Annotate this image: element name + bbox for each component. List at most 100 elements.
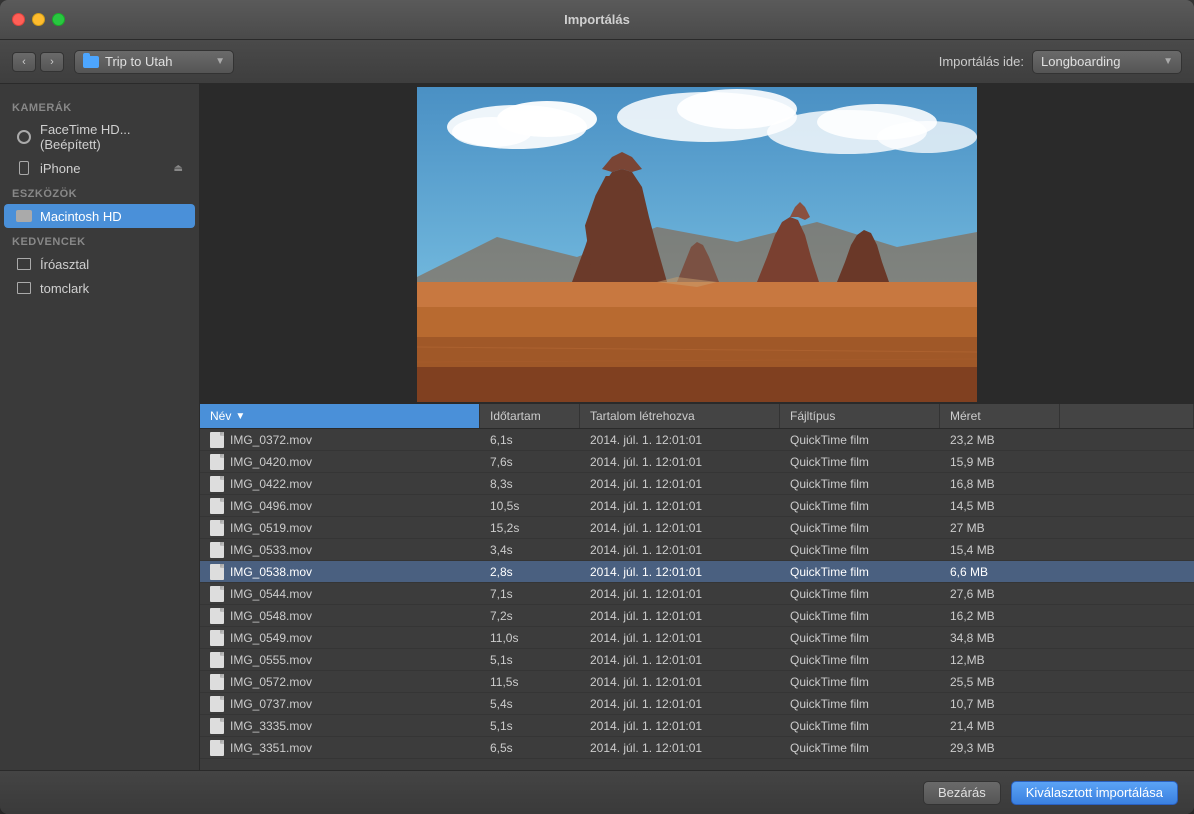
preview-image [417, 87, 977, 402]
cell-type: QuickTime film [780, 563, 940, 581]
table-row[interactable]: IMG_0372.mov 6,1s 2014. júl. 1. 12:01:01… [200, 429, 1194, 451]
cell-type: QuickTime film [780, 475, 940, 493]
import-label: Importálás ide: [939, 54, 1024, 69]
th-duration[interactable]: Időtartam [480, 404, 580, 428]
cell-size: 34,8 MB [940, 629, 1060, 647]
cell-rest [1060, 746, 1194, 750]
sidebar-item-iphone-label: iPhone [40, 161, 80, 176]
cell-created: 2014. júl. 1. 12:01:01 [580, 453, 780, 471]
camera-icon [16, 129, 32, 145]
cell-rest [1060, 460, 1194, 464]
cell-duration: 5,1s [480, 717, 580, 735]
cell-created: 2014. júl. 1. 12:01:01 [580, 673, 780, 691]
cell-name: IMG_0372.mov [200, 430, 480, 450]
import-destination-dropdown[interactable]: Longboarding ▼ [1032, 50, 1182, 74]
sidebar-item-hd-label: Macintosh HD [40, 209, 122, 224]
table-body: IMG_0372.mov 6,1s 2014. júl. 1. 12:01:01… [200, 429, 1194, 759]
th-type[interactable]: Fájltípus [780, 404, 940, 428]
table-row[interactable]: IMG_0496.mov 10,5s 2014. júl. 1. 12:01:0… [200, 495, 1194, 517]
cell-type: QuickTime film [780, 585, 940, 603]
cell-rest [1060, 570, 1194, 574]
close-button[interactable]: Bezárás [923, 781, 1001, 805]
table-row[interactable]: IMG_0548.mov 7,2s 2014. júl. 1. 12:01:01… [200, 605, 1194, 627]
cell-type: QuickTime film [780, 453, 940, 471]
title-bar: Importálás [0, 0, 1194, 40]
table-row[interactable]: IMG_0737.mov 5,4s 2014. júl. 1. 12:01:01… [200, 693, 1194, 715]
cell-rest [1060, 548, 1194, 552]
maximize-button[interactable] [52, 13, 65, 26]
cell-duration: 5,4s [480, 695, 580, 713]
forward-button[interactable]: › [40, 52, 64, 72]
file-icon [210, 674, 224, 690]
import-selected-button[interactable]: Kiválasztott importálása [1011, 781, 1178, 805]
folder-dropdown[interactable]: Trip to Utah ▼ [74, 50, 234, 74]
cell-name: IMG_0422.mov [200, 474, 480, 494]
cell-created: 2014. júl. 1. 12:01:01 [580, 541, 780, 559]
cell-size: 23,2 MB [940, 431, 1060, 449]
traffic-lights [12, 13, 65, 26]
sidebar-item-macintosh-hd[interactable]: Macintosh HD [4, 204, 195, 228]
cell-size: 15,9 MB [940, 453, 1060, 471]
table-row[interactable]: IMG_0555.mov 5,1s 2014. júl. 1. 12:01:01… [200, 649, 1194, 671]
back-button[interactable]: ‹ [12, 52, 36, 72]
cell-type: QuickTime film [780, 607, 940, 625]
file-icon [210, 542, 224, 558]
cell-name: IMG_0533.mov [200, 540, 480, 560]
cell-rest [1060, 438, 1194, 442]
eject-icon[interactable]: ⏏ [174, 163, 183, 174]
table-row[interactable]: IMG_0519.mov 15,2s 2014. júl. 1. 12:01:0… [200, 517, 1194, 539]
cell-name: IMG_0548.mov [200, 606, 480, 626]
close-button[interactable] [12, 13, 25, 26]
cell-type: QuickTime film [780, 431, 940, 449]
folder-name: Trip to Utah [105, 54, 209, 69]
sidebar-item-facetime[interactable]: FaceTime HD...(Beépített) [4, 118, 195, 156]
home-icon [16, 280, 32, 296]
cell-type: QuickTime film [780, 519, 940, 537]
table-row[interactable]: IMG_0572.mov 11,5s 2014. júl. 1. 12:01:0… [200, 671, 1194, 693]
th-size[interactable]: Méret [940, 404, 1060, 428]
table-row[interactable]: IMG_0422.mov 8,3s 2014. júl. 1. 12:01:01… [200, 473, 1194, 495]
cell-name: IMG_0519.mov [200, 518, 480, 538]
cell-created: 2014. júl. 1. 12:01:01 [580, 431, 780, 449]
th-name[interactable]: Név ▼ [200, 404, 480, 428]
cell-name: IMG_0420.mov [200, 452, 480, 472]
main-content: KAMERÁK FaceTime HD...(Beépített) iPhone… [0, 84, 1194, 770]
file-icon [210, 498, 224, 514]
cell-rest [1060, 658, 1194, 662]
cell-rest [1060, 702, 1194, 706]
cell-size: 27 MB [940, 519, 1060, 537]
sidebar-item-iphone[interactable]: iPhone ⏏ [4, 156, 195, 180]
sidebar-item-desktop[interactable]: Íróasztal [4, 252, 195, 276]
cell-name: IMG_0496.mov [200, 496, 480, 516]
table-row[interactable]: IMG_0549.mov 11,0s 2014. júl. 1. 12:01:0… [200, 627, 1194, 649]
table-row[interactable]: IMG_0544.mov 7,1s 2014. júl. 1. 12:01:01… [200, 583, 1194, 605]
window-title: Importálás [564, 12, 630, 27]
sidebar-item-home[interactable]: tomclark [4, 276, 195, 300]
desktop-icon [16, 256, 32, 272]
cell-name: IMG_0572.mov [200, 672, 480, 692]
cell-size: 25,5 MB [940, 673, 1060, 691]
table-row[interactable]: IMG_3351.mov 6,5s 2014. júl. 1. 12:01:01… [200, 737, 1194, 759]
table-row[interactable]: IMG_3335.mov 5,1s 2014. júl. 1. 12:01:01… [200, 715, 1194, 737]
table-row[interactable]: IMG_0533.mov 3,4s 2014. júl. 1. 12:01:01… [200, 539, 1194, 561]
cell-type: QuickTime film [780, 717, 940, 735]
cell-created: 2014. júl. 1. 12:01:01 [580, 497, 780, 515]
cell-duration: 11,0s [480, 629, 580, 647]
cell-type: QuickTime film [780, 695, 940, 713]
import-destination-group: Importálás ide: Longboarding ▼ [939, 50, 1182, 74]
cell-type: QuickTime film [780, 629, 940, 647]
minimize-button[interactable] [32, 13, 45, 26]
cell-type: QuickTime film [780, 673, 940, 691]
table-row[interactable]: IMG_0538.mov 2,8s 2014. júl. 1. 12:01:01… [200, 561, 1194, 583]
table-row[interactable]: IMG_0420.mov 7,6s 2014. júl. 1. 12:01:01… [200, 451, 1194, 473]
th-created[interactable]: Tartalom létrehozva [580, 404, 780, 428]
cell-created: 2014. júl. 1. 12:01:01 [580, 629, 780, 647]
iphone-icon [16, 160, 32, 176]
sidebar-item-desktop-label: Íróasztal [40, 257, 89, 272]
cell-name: IMG_0737.mov [200, 694, 480, 714]
cell-rest [1060, 680, 1194, 684]
sidebar-section-cameras: KAMERÁK [0, 94, 199, 118]
sort-arrow: ▼ [235, 411, 245, 422]
cell-size: 6,6 MB [940, 563, 1060, 581]
file-icon [210, 740, 224, 756]
